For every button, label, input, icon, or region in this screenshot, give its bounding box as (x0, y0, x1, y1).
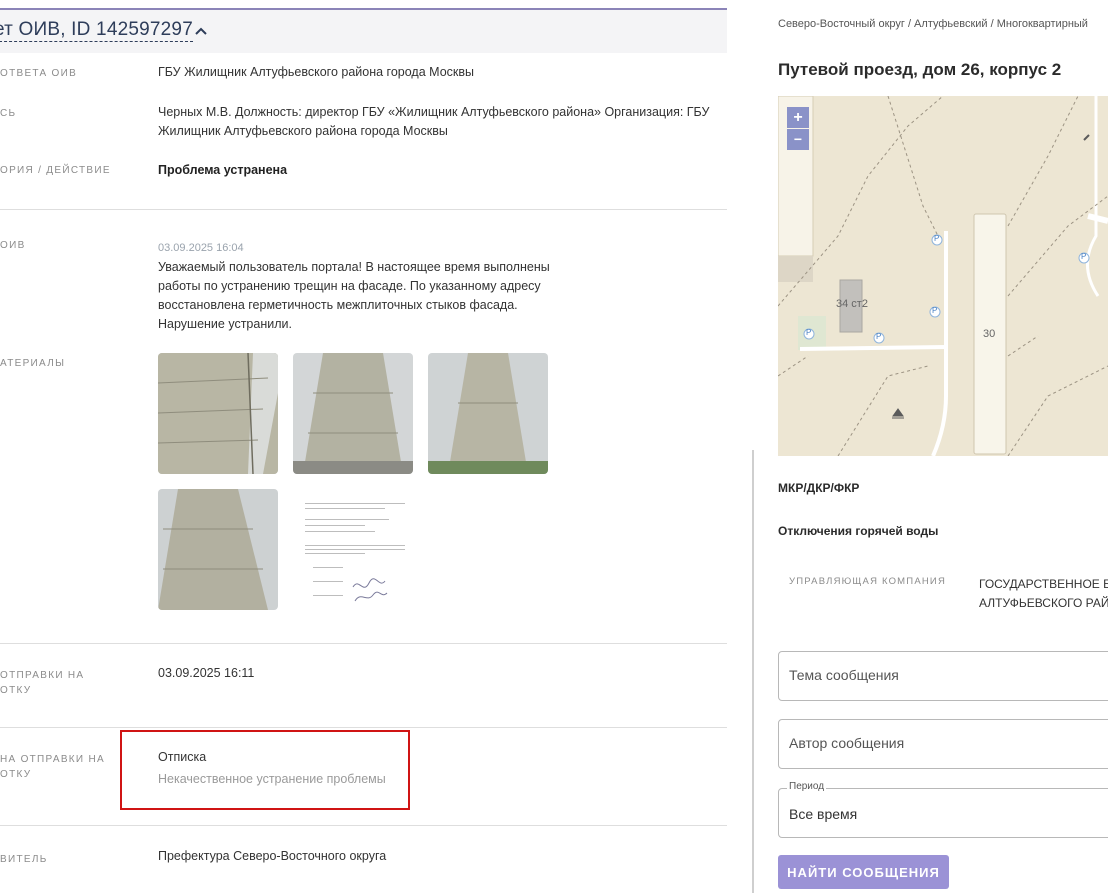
answer-text-1: Уважаемый пользователь портала! В настоя… (158, 260, 550, 274)
materials-label: атериалы (0, 358, 66, 369)
answer-text-4: Нарушение устранили. (158, 317, 292, 331)
document-thumbnail[interactable] (293, 489, 413, 610)
period-label: Период (787, 781, 827, 792)
sent-date-label-2: отку (0, 685, 32, 696)
photo-thumbnail-1[interactable] (158, 353, 278, 474)
oiv-value: ГБУ Жилищник Алтуфьевского района города… (158, 65, 474, 79)
executor-label: витель (0, 854, 48, 865)
signature-value: Черных М.В. Должность: директор ГБУ «Жил… (158, 105, 710, 138)
oiv-answer-block: 03.09.2025 16:04 Уважаемый пользователь … (158, 239, 578, 334)
section-hot-water: Отключения горячей воды (778, 524, 939, 538)
object-panel: Северо-Восточный округ / Алтуфьевский / … (778, 0, 1108, 893)
divider (0, 643, 727, 644)
period-value: Все время (789, 806, 858, 822)
photo-thumbnail-2[interactable] (293, 353, 413, 474)
answer-text-3: восстановлена герметичность межплиточных… (158, 298, 518, 312)
parking-icon: P (876, 332, 882, 341)
map-label-building: 34 ст2 (836, 298, 868, 310)
category-value: Проблема устранена (158, 163, 288, 177)
signature-label: сь (0, 108, 17, 119)
subject-input[interactable] (789, 667, 1089, 683)
map-label-building: 30 (983, 328, 996, 340)
author-field[interactable] (778, 719, 1108, 769)
parking-icon: P (1081, 252, 1087, 261)
divider (0, 209, 727, 210)
answer-header[interactable]: ет ОИВ, ID 142597297 (0, 8, 727, 53)
map-canvas (778, 96, 1108, 456)
executor-value: Префектура Северо-Восточного округа (158, 849, 387, 863)
photo-thumbnail-4[interactable] (158, 489, 278, 610)
divider (0, 727, 727, 728)
breadcrumb[interactable]: Северо-Восточный округ / Алтуфьевский / … (778, 18, 1088, 30)
parking-icon: P (934, 234, 940, 243)
map[interactable]: + − 34 ст2 30 P P P P P (778, 96, 1108, 456)
photo-thumbnail-3[interactable] (428, 353, 548, 474)
scrollbar[interactable] (752, 450, 754, 893)
author-input[interactable] (789, 735, 1089, 751)
reason-label: на отправки на (0, 754, 105, 765)
parking-icon: P (932, 306, 938, 315)
highlight-box (120, 730, 410, 810)
zoom-out-button[interactable]: − (787, 129, 809, 150)
chevron-up-icon[interactable] (193, 23, 209, 39)
sent-date-label: отправки на (0, 670, 85, 681)
oiv-answer-label: оив (0, 240, 26, 251)
answer-title[interactable]: ет ОИВ, ID 142597297 (0, 19, 193, 42)
parking-icon: P (806, 328, 812, 337)
management-company-value: ГОСУДАРСТВЕННОЕ Б АЛТУФЬЕВСКОГО РАЙ (979, 577, 1108, 610)
answer-date: 03.09.2025 16:04 (158, 242, 244, 254)
signature-icon (352, 578, 388, 602)
management-company-label: управляющая компания (789, 576, 947, 587)
oiv-label: ответа оив (0, 68, 78, 79)
answer-panel: ет ОИВ, ID 142597297 ответа оив ГБУ Жили… (0, 0, 727, 893)
sent-date-value: 03.09.2025 16:11 (158, 666, 255, 680)
zoom-in-button[interactable]: + (787, 107, 809, 128)
subject-field[interactable] (778, 651, 1108, 701)
object-address: Путевой проезд, дом 26, корпус 2 (778, 60, 1062, 79)
divider (0, 825, 727, 826)
period-select[interactable]: Период Все время (778, 781, 1108, 838)
find-messages-button[interactable]: НАЙТИ СООБЩЕНИЯ (778, 855, 949, 889)
answer-text-2: работы по устранению трещин на фасаде. П… (158, 279, 541, 293)
reason-label-2: отку (0, 769, 32, 780)
section-repair: МКР/ДКР/ФКР (778, 481, 860, 495)
category-label: ория / действие (0, 165, 111, 176)
